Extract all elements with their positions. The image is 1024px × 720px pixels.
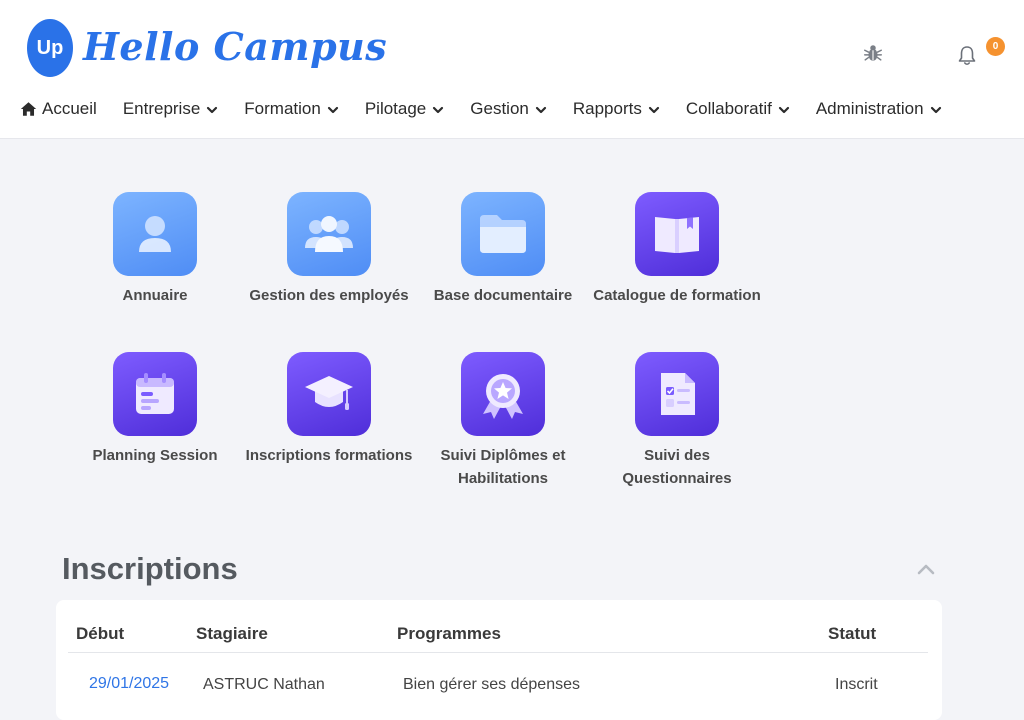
tile-label: Base documentaire xyxy=(433,287,573,304)
nav-item-administration[interactable]: Administration xyxy=(816,99,942,119)
home-icon xyxy=(20,102,37,116)
cell-programme: Bien gérer ses dépenses xyxy=(403,676,580,693)
logo-badge[interactable]: Up xyxy=(27,19,73,77)
tile-icon-box xyxy=(113,192,197,276)
chevron-up-icon[interactable] xyxy=(916,562,936,576)
tile-catalogue-formation[interactable]: Catalogue de formation xyxy=(592,192,762,307)
book-icon xyxy=(655,217,699,253)
chevron-down-icon xyxy=(930,106,941,114)
inscriptions-table: Début Stagiaire Programmes Statut 29/01/… xyxy=(56,600,942,720)
bug-report-icon[interactable] xyxy=(862,42,884,64)
tile-base-documentaire[interactable]: Base documentaire xyxy=(418,192,588,307)
nav-item-gestion[interactable]: Gestion xyxy=(470,99,547,119)
tile-icon-box xyxy=(287,192,371,276)
nav-item-label: Rapports xyxy=(572,99,642,118)
main-nav: Accueil Entreprise Formation Pilotage Ge… xyxy=(20,96,968,122)
chevron-down-icon xyxy=(648,106,659,114)
bell-icon[interactable] xyxy=(955,44,979,68)
nav-item-label: Gestion xyxy=(470,99,529,118)
nav-item-label: Formation xyxy=(244,99,321,118)
folder-icon xyxy=(480,215,526,253)
notification-count-badge: 0 xyxy=(986,37,1005,56)
tile-icon-box xyxy=(287,352,371,436)
chevron-down-icon xyxy=(433,106,444,114)
nav-item-accueil[interactable]: Accueil xyxy=(20,99,97,119)
tile-icon-box xyxy=(461,352,545,436)
nav-item-formation[interactable]: Formation xyxy=(244,99,339,119)
nav-item-label: Pilotage xyxy=(364,99,427,118)
nav-item-pilotage[interactable]: Pilotage xyxy=(365,99,444,119)
tile-label: Catalogue de formation xyxy=(593,287,761,304)
graduation-cap-icon xyxy=(305,376,353,410)
nav-item-label: Collaboratif xyxy=(685,99,772,118)
nav-item-label: Entreprise xyxy=(122,99,201,118)
tile-inscriptions-formations[interactable]: Inscriptions formations xyxy=(244,352,414,467)
users-group-icon xyxy=(305,216,353,252)
tile-gestion-employes[interactable]: Gestion des employés xyxy=(244,192,414,307)
cell-debut-link[interactable]: 29/01/2025 xyxy=(89,675,169,693)
cell-statut: Inscrit xyxy=(835,676,878,693)
nav-item-label: Administration xyxy=(815,99,924,118)
nav-item-entreprise[interactable]: Entreprise xyxy=(123,99,218,119)
tile-label: Annuaire xyxy=(122,287,188,304)
tile-label: Gestion des employés xyxy=(249,287,409,304)
column-header-debut[interactable]: Début xyxy=(76,624,124,644)
tile-label: Planning Session xyxy=(92,447,218,464)
tile-annuaire[interactable]: Annuaire xyxy=(70,192,240,307)
chevron-down-icon xyxy=(535,106,546,114)
tile-suivi-diplomes[interactable]: Suivi Diplômes et Habilitations xyxy=(418,352,588,490)
tile-label: Inscriptions formations xyxy=(245,447,413,464)
tile-icon-box xyxy=(635,352,719,436)
app-logo-text[interactable]: Hello Campus xyxy=(83,24,387,69)
tile-icon-box xyxy=(113,352,197,436)
tile-label: Suivi des Questionnaires xyxy=(622,447,732,487)
calendar-icon xyxy=(136,373,174,414)
checklist-icon xyxy=(661,373,695,415)
tile-planning-session[interactable]: Planning Session xyxy=(70,352,240,467)
cell-stagiaire: ASTRUC Nathan xyxy=(203,676,325,693)
nav-item-rapports[interactable]: Rapports xyxy=(573,99,660,119)
table-divider xyxy=(68,652,928,653)
top-header: Up Hello Campus 0 Accueil Entreprise For… xyxy=(0,0,1024,139)
user-icon xyxy=(139,216,171,252)
chevron-down-icon xyxy=(778,106,789,114)
nav-item-label: Accueil xyxy=(42,99,97,118)
tile-icon-box xyxy=(635,192,719,276)
badge-star-icon xyxy=(483,374,523,419)
inscriptions-title: Inscriptions xyxy=(62,551,238,586)
tile-icon-box xyxy=(461,192,545,276)
tile-suivi-questionnaires[interactable]: Suivi des Questionnaires xyxy=(592,352,762,490)
chevron-down-icon xyxy=(327,106,338,114)
column-header-programmes[interactable]: Programmes xyxy=(397,624,501,644)
column-header-statut[interactable]: Statut xyxy=(828,624,876,644)
chevron-down-icon xyxy=(207,106,218,114)
column-header-stagiaire[interactable]: Stagiaire xyxy=(196,624,268,644)
nav-item-collaboratif[interactable]: Collaboratif xyxy=(686,99,790,119)
tile-label: Suivi Diplômes et Habilitations xyxy=(440,447,566,487)
